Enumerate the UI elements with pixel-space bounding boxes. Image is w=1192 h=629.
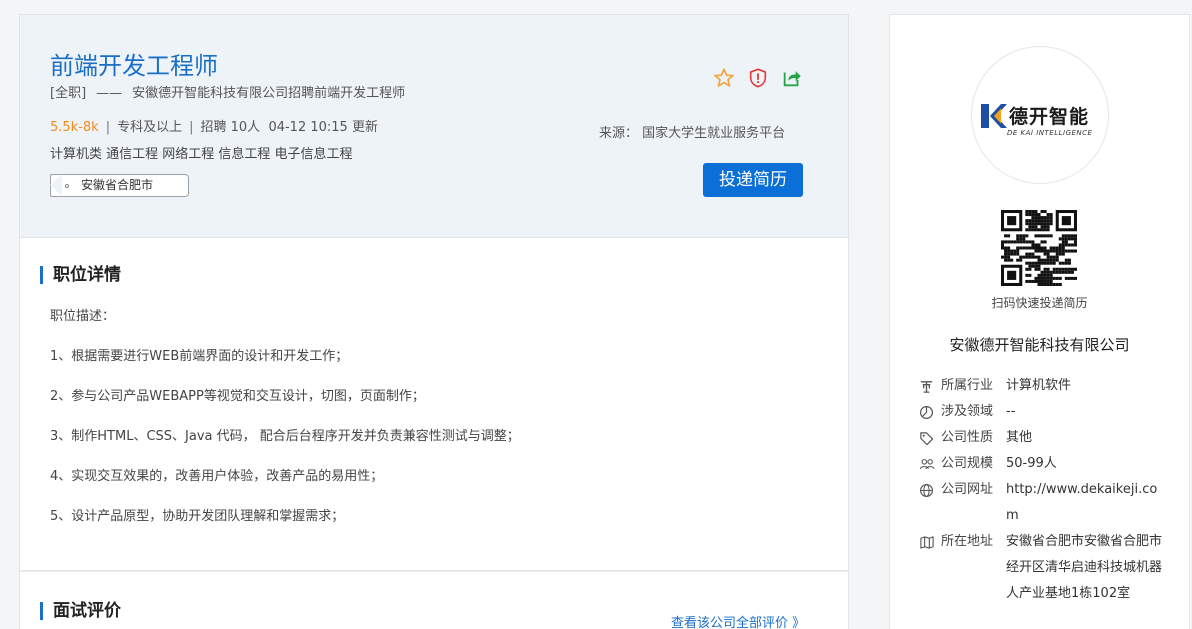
- location-label: 安徽省合肥市: [81, 178, 154, 192]
- description-line: 4、实现交互效果的，改善用户体验，改善产品的易用性；: [50, 469, 384, 484]
- map-icon: [919, 529, 941, 555]
- location-tag: 安徽省合肥市: [50, 174, 189, 197]
- job-detail-section: 职位详情 职位描述： 1、根据需要进行WEB前端界面的设计和开发工作； 2、参与…: [19, 238, 849, 571]
- info-row-scale: 公司规模 50-99人: [919, 451, 1169, 477]
- job-title: 前端开发工程师: [50, 52, 218, 80]
- job-source: 来源： 国家大学生就业服务平台: [599, 126, 786, 141]
- pie-chart-icon: [919, 399, 941, 425]
- dash-separator: ——: [96, 86, 123, 101]
- share-icon[interactable]: [781, 67, 803, 89]
- company-logo-frame: 德开智能 DE KAI INTELLIGENCE: [971, 46, 1109, 184]
- people-icon: [919, 451, 941, 477]
- info-label: 公司规模: [941, 456, 994, 471]
- meta-separator: |: [105, 120, 111, 135]
- description-line: 2、参与公司产品WEBAPP等视觉和交互设计，切图，页面制作；: [50, 389, 425, 404]
- shield-alert-icon[interactable]: [747, 67, 769, 89]
- info-value: --: [1006, 404, 1016, 419]
- company-name[interactable]: 安徽德开智能科技有限公司: [890, 334, 1189, 355]
- company-info-list: 所属行业 计算机软件 涉及领域 -- 公司性质 其他 公司规模 50-99人 公…: [919, 373, 1169, 607]
- tag-hole-icon: [65, 184, 69, 188]
- job-main-column: 前端开发工程师 [全职] —— 安徽德开智能科技有限公司招聘前端开发工程师 5.5k…: [19, 14, 849, 629]
- job-subtitle-line: [全职] —— 安徽德开智能科技有限公司招聘前端开发工程师: [50, 82, 405, 101]
- description-line: 3、制作HTML、CSS、Java 代码， 配合后台程序开发并负责兼容性测试与调…: [50, 429, 520, 444]
- logo-subtext: DE KAI INTELLIGENCE: [1007, 129, 1093, 137]
- info-label: 公司性质: [941, 430, 994, 445]
- info-value: 50-99人: [1006, 456, 1057, 471]
- section-title-review: 面试评价: [40, 602, 121, 620]
- job-header-card: 前端开发工程师 [全职] —— 安徽德开智能科技有限公司招聘前端开发工程师 5.5k…: [19, 14, 849, 238]
- job-action-icons: [713, 67, 803, 89]
- company-sidebar: 德开智能 DE KAI INTELLIGENCE 扫码快速投递简历 安徽德开智能…: [889, 14, 1190, 629]
- education-requirement: 专科及以上: [117, 120, 183, 135]
- description-line: 5、设计产品原型，协助开发团队理解和掌握需求；: [50, 509, 345, 524]
- job-subtitle: 安徽德开智能科技有限公司招聘前端开发工程师: [132, 86, 406, 101]
- logo-mark-icon: [981, 103, 1007, 128]
- logo-text: 德开智能: [1009, 106, 1090, 128]
- info-value: 计算机软件: [1006, 378, 1072, 393]
- info-row-nature: 公司性质 其他: [919, 425, 1169, 451]
- job-type: [全职]: [50, 86, 87, 101]
- info-row-address: 所在地址 安徽省合肥市安徽省合肥市经开区清华启迪科技城机器人产业基地1栋102室: [919, 529, 1169, 607]
- info-value: 安徽省合肥市安徽省合肥市经开区清华启迪科技城机器人产业基地1栋102室: [1006, 534, 1163, 601]
- company-logo: 德开智能 DE KAI INTELLIGENCE: [981, 102, 1101, 137]
- section-title-detail: 职位详情: [40, 266, 121, 284]
- meta-separator: |: [189, 120, 194, 135]
- description-line: 职位描述：: [50, 309, 116, 324]
- apply-resume-button[interactable]: 投递简历: [703, 163, 803, 197]
- info-value: 其他: [1006, 430, 1033, 445]
- info-row-field: 涉及领域 --: [919, 399, 1169, 425]
- view-all-reviews-link[interactable]: 查看该公司全部评价 》: [671, 612, 805, 629]
- info-label: 公司网址: [941, 482, 994, 497]
- info-label: 所属行业: [941, 378, 994, 393]
- job-meta-line: 5.5k-8k | 专科及以上 | 招聘 10人 04-12 10:15 更新: [50, 116, 378, 135]
- interview-review-section: 面试评价 查看该公司全部评价 》: [19, 571, 849, 629]
- job-description: 职位描述： 1、根据需要进行WEB前端界面的设计和开发工作； 2、参与公司产品W…: [50, 308, 520, 548]
- qr-code-icon: [1001, 210, 1077, 286]
- star-icon[interactable]: [713, 67, 735, 89]
- recruit-count: 招聘 10人: [200, 120, 261, 135]
- industry-icon: [919, 373, 941, 399]
- salary-range: 5.5k-8k: [50, 120, 99, 135]
- major-tags: 计算机类 通信工程 网络工程 信息工程 电子信息工程: [50, 147, 353, 162]
- info-row-industry: 所属行业 计算机软件: [919, 373, 1169, 399]
- qr-caption: 扫码快速投递简历: [991, 296, 1088, 310]
- info-label: 涉及领域: [941, 404, 994, 419]
- tag-icon: [919, 425, 941, 451]
- company-website-link[interactable]: http://www.dekaikeji.com: [1006, 477, 1169, 529]
- globe-icon: [919, 477, 941, 503]
- description-line: 1、根据需要进行WEB前端界面的设计和开发工作；: [50, 349, 349, 364]
- update-time: 04-12 10:15 更新: [268, 120, 378, 135]
- info-label: 所在地址: [941, 534, 994, 549]
- info-row-website: 公司网址 http://www.dekaikeji.com: [919, 477, 1169, 529]
